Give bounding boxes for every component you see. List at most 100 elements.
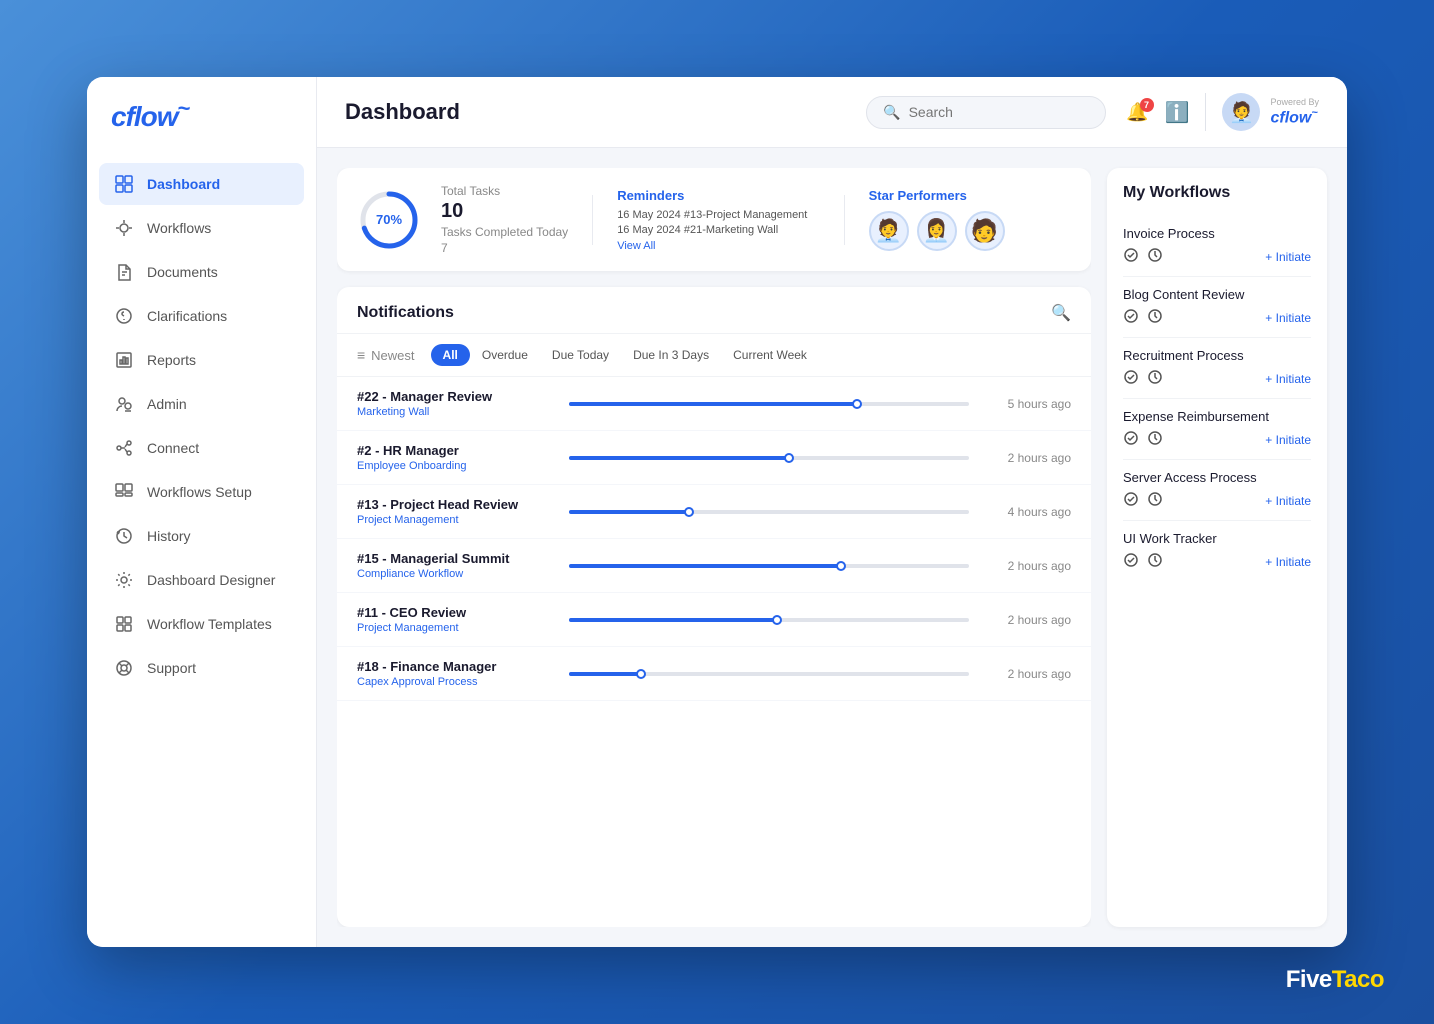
- reminders-title: Reminders: [617, 188, 819, 203]
- logo: cflow~: [111, 101, 292, 133]
- sidebar-item-label: Workflow Templates: [147, 616, 272, 632]
- sidebar-item-label: Connect: [147, 440, 199, 456]
- workflow-time-icon[interactable]: [1147, 308, 1163, 327]
- workflow-actions: + Initiate: [1123, 491, 1311, 510]
- workflow-name: Expense Reimbursement: [1123, 409, 1311, 424]
- workflow-time-icon[interactable]: [1147, 247, 1163, 266]
- workflow-time-icon[interactable]: [1147, 491, 1163, 510]
- filter-btn-due-today[interactable]: Due Today: [540, 344, 621, 366]
- notif-info: #22 - Manager Review Marketing Wall: [357, 389, 557, 418]
- total-tasks-value: 10: [441, 200, 568, 223]
- sidebar-item-label: Admin: [147, 396, 187, 412]
- workflow-actions: + Initiate: [1123, 369, 1311, 388]
- sidebar-item-reports[interactable]: Reports: [99, 339, 304, 381]
- workflow-cards: Invoice Process + Initiate Blog Content …: [1123, 216, 1311, 581]
- search-bar[interactable]: 🔍: [866, 96, 1106, 129]
- progress-dot: [772, 615, 782, 625]
- workflow-actions: + Initiate: [1123, 552, 1311, 571]
- notif-progress: [569, 510, 969, 514]
- sidebar-item-dashboard[interactable]: Dashboard: [99, 163, 304, 205]
- notif-name: #22 - Manager Review: [357, 389, 557, 404]
- notif-tag[interactable]: Employee Onboarding: [357, 460, 557, 472]
- workflow-initiate-button[interactable]: + Initiate: [1265, 555, 1311, 569]
- workflow-card: Invoice Process + Initiate: [1123, 216, 1311, 277]
- notif-tag[interactable]: Marketing Wall: [357, 406, 557, 418]
- avatar: 🧑‍💼: [1222, 93, 1260, 131]
- workflow-initiate-button[interactable]: + Initiate: [1265, 250, 1311, 264]
- workflow-check-icon[interactable]: [1123, 308, 1139, 327]
- sidebar-item-history[interactable]: History: [99, 515, 304, 557]
- stats-info: Total Tasks 10 Tasks Completed Today 7: [441, 184, 568, 255]
- sidebar-item-workflow-templates[interactable]: Workflow Templates: [99, 603, 304, 645]
- workflow-time-icon[interactable]: [1147, 369, 1163, 388]
- workflow-check-icon[interactable]: [1123, 247, 1139, 266]
- workflow-initiate-button[interactable]: + Initiate: [1265, 311, 1311, 325]
- workflow-check-icon[interactable]: [1123, 552, 1139, 571]
- view-all-link[interactable]: View All: [617, 240, 819, 252]
- sidebar-item-admin[interactable]: Admin: [99, 383, 304, 425]
- workflow-initiate-button[interactable]: + Initiate: [1265, 372, 1311, 386]
- notif-tag[interactable]: Project Management: [357, 622, 557, 634]
- reminder-item-1: 16 May 2024 #13-Project Management: [617, 209, 819, 221]
- sidebar-logo: cflow~: [87, 101, 316, 163]
- notifications-search-icon[interactable]: 🔍: [1051, 303, 1071, 323]
- workflow-initiate-button[interactable]: + Initiate: [1265, 433, 1311, 447]
- table-row: #18 - Finance Manager Capex Approval Pro…: [337, 647, 1091, 701]
- sidebar-item-support[interactable]: Support: [99, 647, 304, 689]
- my-workflows-panel: My Workflows Invoice Process + Initiate …: [1107, 168, 1327, 927]
- workflow-time-icon[interactable]: [1147, 430, 1163, 449]
- sidebar-item-documents[interactable]: Documents: [99, 251, 304, 293]
- workflow-actions: + Initiate: [1123, 308, 1311, 327]
- main-content: Dashboard 🔍 🔔 7 ℹ️ 🧑‍💼 Powered By cflow~: [317, 77, 1347, 947]
- star-title: Star Performers: [869, 188, 1071, 203]
- my-workflows-title: My Workflows: [1123, 184, 1311, 202]
- workflow-check-icon[interactable]: [1123, 430, 1139, 449]
- sidebar-item-clarifications[interactable]: Clarifications: [99, 295, 304, 337]
- star-avatar-0: 🧑‍💼: [869, 211, 909, 251]
- clarifications-icon: [113, 305, 135, 327]
- notif-name: #2 - HR Manager: [357, 443, 557, 458]
- support-icon: [113, 657, 135, 679]
- documents-icon: [113, 261, 135, 283]
- user-area: 🧑‍💼 Powered By cflow~: [1205, 93, 1319, 131]
- workflow-time-icon[interactable]: [1147, 552, 1163, 571]
- sidebar-item-label: Workflows Setup: [147, 484, 252, 500]
- powered-logo: cflow~: [1270, 107, 1317, 127]
- content-area: 70% Total Tasks 10 Tasks Completed Today…: [317, 148, 1347, 947]
- sidebar-item-workflows[interactable]: Workflows: [99, 207, 304, 249]
- filter-btn-due-in-3-days[interactable]: Due In 3 Days: [621, 344, 721, 366]
- notif-info: #2 - HR Manager Employee Onboarding: [357, 443, 557, 472]
- progress-fill: [569, 456, 789, 460]
- sidebar-item-dashboard-designer[interactable]: Dashboard Designer: [99, 559, 304, 601]
- search-input[interactable]: [909, 104, 1090, 120]
- header: Dashboard 🔍 🔔 7 ℹ️ 🧑‍💼 Powered By cflow~: [317, 77, 1347, 148]
- progress-track: [569, 564, 969, 568]
- progress-fill: [569, 618, 777, 622]
- table-row: #11 - CEO Review Project Management 2 ho…: [337, 593, 1091, 647]
- sidebar-item-label: Documents: [147, 264, 218, 280]
- notif-time: 2 hours ago: [981, 667, 1071, 681]
- completed-label: Tasks Completed Today: [441, 225, 568, 239]
- sidebar-item-connect[interactable]: Connect: [99, 427, 304, 469]
- workflow-check-icon[interactable]: [1123, 369, 1139, 388]
- left-panel: 70% Total Tasks 10 Tasks Completed Today…: [337, 168, 1091, 927]
- filter-buttons: AllOverdueDue TodayDue In 3 DaysCurrent …: [431, 344, 819, 366]
- filter-btn-all[interactable]: All: [431, 344, 470, 366]
- notif-tag[interactable]: Compliance Workflow: [357, 568, 557, 580]
- notif-tag[interactable]: Capex Approval Process: [357, 676, 557, 688]
- divider2: [844, 195, 845, 245]
- filter-btn-overdue[interactable]: Overdue: [470, 344, 540, 366]
- workflow-initiate-button[interactable]: + Initiate: [1265, 494, 1311, 508]
- star-performers-section: Star Performers 🧑‍💼👩‍💼🧑: [869, 188, 1071, 251]
- notification-button[interactable]: 🔔 7: [1126, 102, 1148, 123]
- progress-dot: [684, 507, 694, 517]
- notif-tag[interactable]: Project Management: [357, 514, 557, 526]
- filter-btn-current-week[interactable]: Current Week: [721, 344, 819, 366]
- sidebar-item-workflows-setup[interactable]: Workflows Setup: [99, 471, 304, 513]
- notif-time: 2 hours ago: [981, 613, 1071, 627]
- table-row: #22 - Manager Review Marketing Wall 5 ho…: [337, 377, 1091, 431]
- notif-time: 4 hours ago: [981, 505, 1071, 519]
- workflow-check-icon[interactable]: [1123, 491, 1139, 510]
- info-button[interactable]: ℹ️: [1165, 100, 1190, 125]
- notif-time: 5 hours ago: [981, 397, 1071, 411]
